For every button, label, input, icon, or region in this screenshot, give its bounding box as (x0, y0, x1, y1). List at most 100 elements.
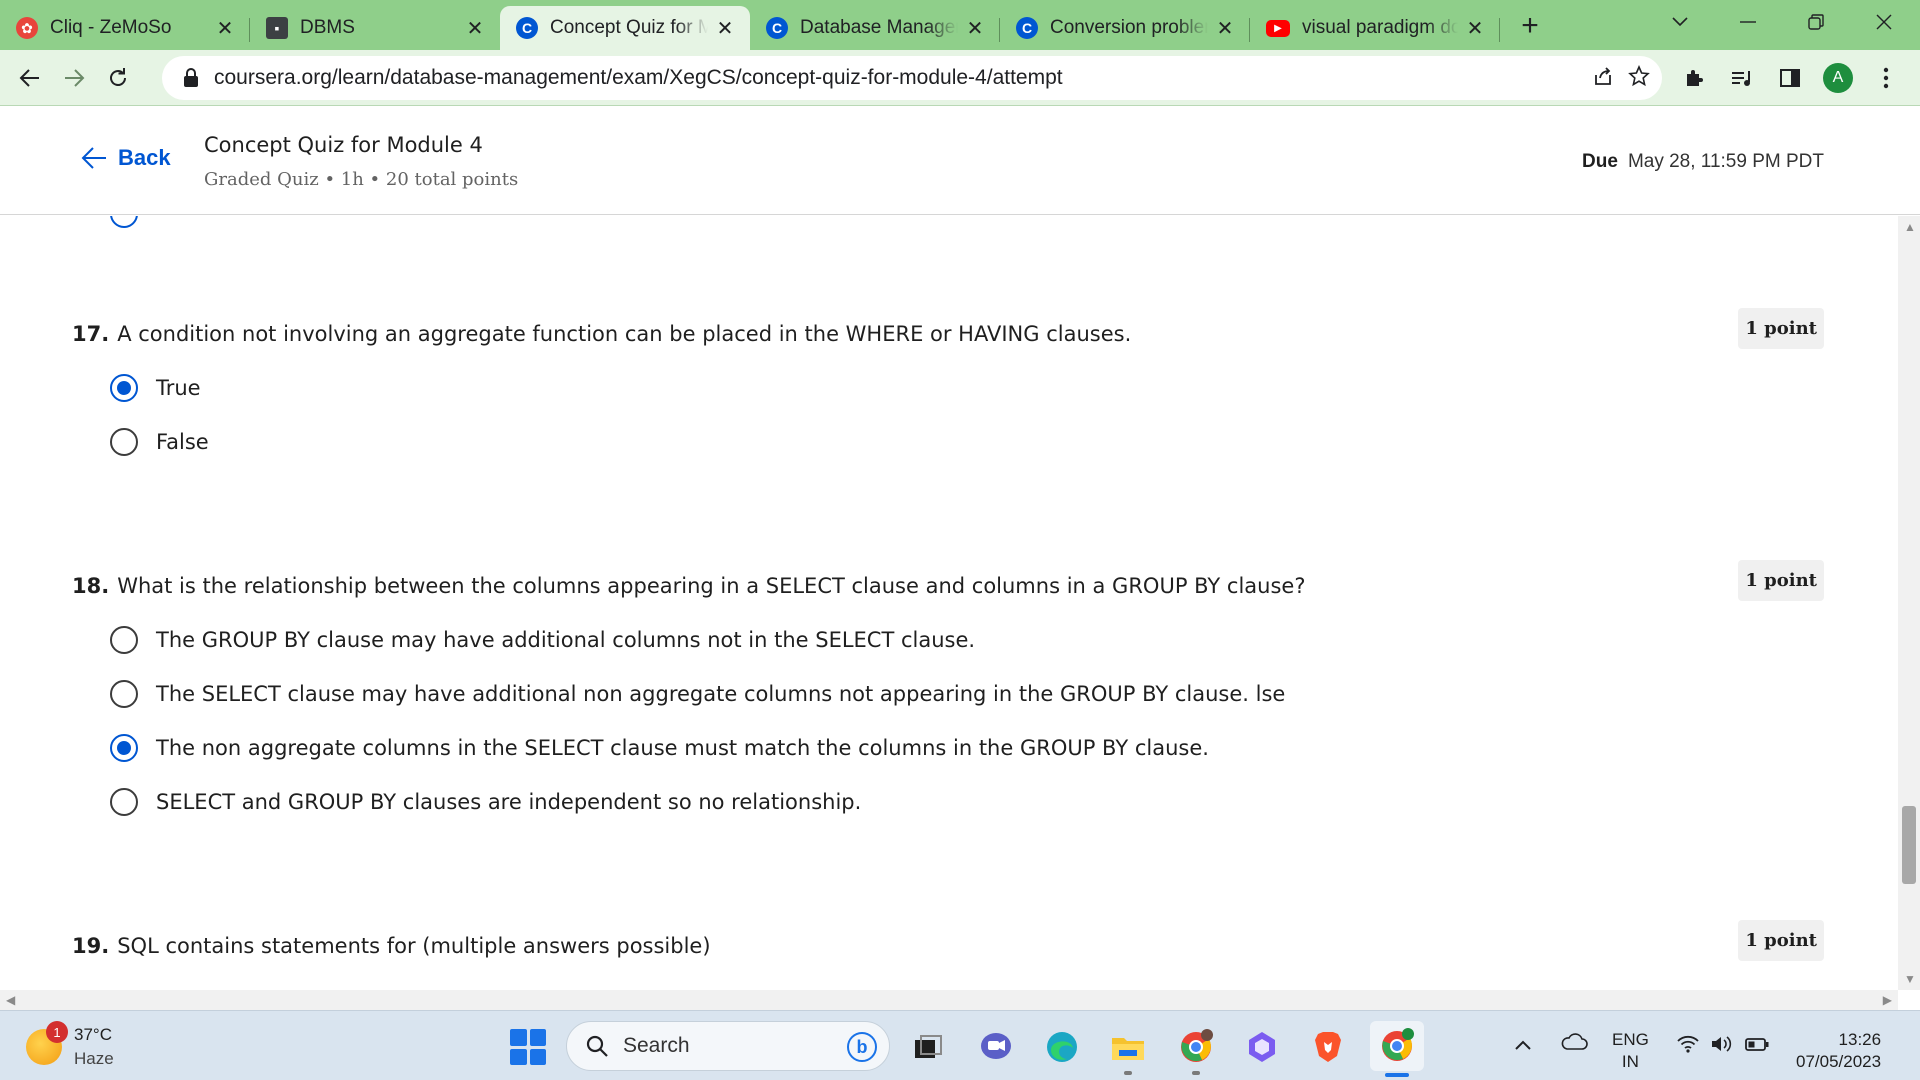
back-arrow-icon[interactable] (8, 56, 52, 100)
scroll-right-arrow-icon[interactable]: ▶ (1883, 993, 1892, 1007)
answer-option[interactable]: The GROUP BY clause may have additional … (110, 626, 975, 654)
browser-tab[interactable]: ▪ DBMS ✕ (250, 6, 500, 50)
lock-icon (182, 68, 200, 88)
tab-title: Database Managem (800, 17, 958, 38)
answer-option[interactable]: False (110, 428, 209, 456)
address-bar[interactable]: coursera.org/learn/database-management/e… (162, 56, 1662, 100)
weather-text: 37°C Haze (74, 1023, 114, 1071)
radio-button[interactable] (110, 734, 138, 762)
tab-close-icon[interactable]: ✕ (1214, 17, 1236, 40)
horizontal-scrollbar[interactable]: ◀ ▶ (0, 990, 1898, 1010)
radio-button[interactable] (110, 626, 138, 654)
question-17: 17. A condition not involving an aggregat… (72, 308, 1824, 456)
tab-close-icon[interactable]: ✕ (1464, 17, 1486, 40)
running-indicator (1124, 1071, 1132, 1075)
quiz-header: Back Concept Quiz for Module 4 Graded Qu… (0, 107, 1920, 215)
restore-icon[interactable] (1788, 0, 1844, 44)
tab-title: Conversion problem (1050, 17, 1208, 38)
back-button[interactable]: Back (80, 145, 171, 171)
option-label: The SELECT clause may have additional no… (156, 682, 1286, 706)
minimize-icon[interactable] (1720, 0, 1776, 44)
brave-browser-icon[interactable] (1306, 1025, 1350, 1069)
show-hidden-icons-chevron-icon[interactable] (1514, 1035, 1532, 1057)
chrome-active-icon[interactable] (1370, 1021, 1424, 1077)
bookmark-star-icon[interactable] (1628, 64, 1650, 92)
radio-partial[interactable] (110, 216, 138, 228)
extensions-icon[interactable] (1672, 56, 1716, 100)
edge-browser-icon[interactable] (1040, 1025, 1084, 1069)
file-explorer-icon[interactable] (1106, 1025, 1150, 1075)
answer-option[interactable]: The non aggregate columns in the SELECT … (110, 734, 1209, 762)
task-view-icon[interactable] (906, 1025, 950, 1069)
new-tab-button[interactable]: + (1510, 6, 1550, 46)
tab-close-icon[interactable]: ✕ (714, 17, 736, 40)
scrollbar-thumb[interactable] (1902, 806, 1916, 884)
browser-tab-active[interactable]: C Concept Quiz for M ✕ (500, 6, 750, 50)
tab-close-icon[interactable]: ✕ (214, 17, 236, 40)
language-code: ENG (1612, 1030, 1649, 1049)
side-panel-icon[interactable] (1768, 56, 1812, 100)
reading-list-icon[interactable] (1720, 56, 1764, 100)
question-number: 18. (72, 574, 110, 598)
wifi-icon (1677, 1035, 1699, 1053)
menu-kebab-icon[interactable] (1864, 56, 1908, 100)
due-date: Due May 28, 11:59 PM PDT (1582, 151, 1824, 173)
battery-icon (1745, 1038, 1769, 1051)
radio-button[interactable] (110, 374, 138, 402)
browser-tab[interactable]: C Conversion problem ✕ (1000, 6, 1250, 50)
browser-toolbar: coursera.org/learn/database-management/e… (0, 50, 1920, 106)
forward-arrow-icon[interactable] (52, 56, 96, 100)
close-window-icon[interactable] (1856, 0, 1912, 44)
windows-start-icon[interactable] (510, 1029, 546, 1065)
option-label: The GROUP BY clause may have additional … (156, 628, 976, 652)
quiz-content: 17. A condition not involving an aggregat… (0, 216, 1898, 990)
browser-tab[interactable]: ✿ Cliq - ZeMoSo ✕ (0, 6, 250, 50)
reload-icon[interactable] (96, 56, 140, 100)
coursera-icon: C (516, 17, 538, 39)
page-title: Concept Quiz for Module 4 (204, 133, 483, 157)
browser-tab[interactable]: ▶ visual paradigm do ✕ (1250, 6, 1500, 50)
clock-date: 07/05/2023 (1796, 1052, 1882, 1071)
share-icon[interactable] (1592, 65, 1614, 92)
question-text: 19. SQL contains statements for (multiple… (72, 934, 1824, 958)
tab-close-icon[interactable]: ✕ (964, 17, 986, 40)
active-indicator (1385, 1073, 1409, 1077)
radio-button[interactable] (110, 428, 138, 456)
vertical-scrollbar[interactable]: ▲ ▼ (1898, 216, 1920, 990)
copilot-icon[interactable] (1240, 1025, 1284, 1069)
onedrive-cloud-icon[interactable] (1560, 1033, 1588, 1057)
question-text: 18. What is the relationship between the … (72, 574, 1824, 598)
scroll-left-arrow-icon[interactable]: ◀ (6, 993, 15, 1007)
system-tray-status[interactable] (1676, 1035, 1770, 1053)
language-indicator[interactable]: ENG IN (1612, 1029, 1649, 1073)
teams-chat-icon[interactable] (974, 1025, 1018, 1069)
chrome-profile-icon[interactable] (1174, 1025, 1218, 1075)
url-text[interactable]: coursera.org/learn/database-management/e… (214, 66, 1063, 90)
back-label: Back (118, 145, 171, 170)
weather-condition: Haze (74, 1049, 114, 1068)
tab-title: visual paradigm do (1302, 17, 1458, 38)
region-code: IN (1621, 1052, 1639, 1071)
option-label: True (156, 376, 201, 400)
search-icon (586, 1035, 608, 1057)
tab-search-chevron-icon[interactable] (1652, 0, 1708, 44)
browser-tab[interactable]: C Database Managem ✕ (750, 6, 1000, 50)
back-arrow-icon (81, 147, 106, 169)
weather-widget[interactable]: 1 37°C Haze (26, 1021, 114, 1071)
scroll-up-arrow-icon[interactable]: ▲ (1904, 220, 1916, 234)
scroll-down-arrow-icon[interactable]: ▼ (1904, 972, 1916, 986)
tab-close-icon[interactable]: ✕ (464, 17, 486, 40)
points-badge: 1 point (1738, 308, 1824, 349)
taskbar-search[interactable]: Search b (566, 1021, 890, 1071)
volume-icon (1712, 1036, 1732, 1052)
option-label: The non aggregate columns in the SELECT … (156, 736, 1209, 760)
radio-button[interactable] (110, 680, 138, 708)
clock[interactable]: 13:26 07/05/2023 (1796, 1029, 1881, 1073)
answer-option[interactable]: SELECT and GROUP BY clauses are independ… (110, 788, 861, 816)
youtube-icon: ▶ (1266, 19, 1290, 37)
answer-option[interactable]: True (110, 374, 201, 402)
answer-option[interactable]: The SELECT clause may have additional no… (110, 680, 1285, 708)
radio-button[interactable] (110, 788, 138, 816)
profile-avatar[interactable]: A (1816, 56, 1860, 100)
weather-haze-icon: 1 (26, 1021, 68, 1065)
